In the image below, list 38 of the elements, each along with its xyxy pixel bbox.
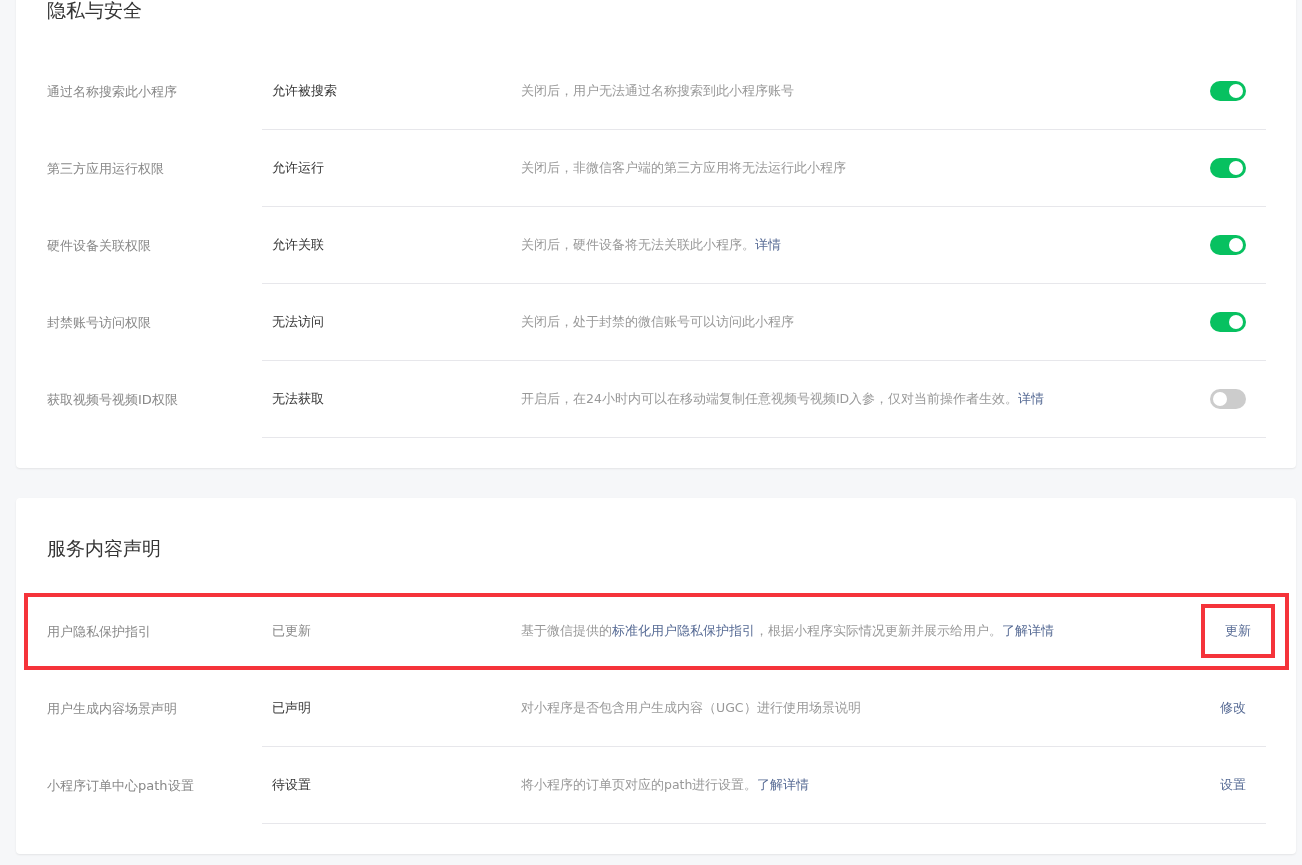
- setting-value: 允许运行: [272, 159, 325, 177]
- action-link[interactable]: 设置: [1206, 766, 1260, 804]
- setting-value: 允许被搜索: [272, 82, 338, 100]
- setting-description: 对小程序是否包含用户生成内容（UGC）进行使用场景说明: [521, 699, 862, 717]
- setting-value: 待设置: [272, 776, 312, 794]
- action-link[interactable]: 修改: [1206, 689, 1260, 727]
- setting-label: 用户生成内容场景声明: [47, 699, 178, 718]
- setting-description: 关闭后，用户无法通过名称搜索到此小程序账号: [521, 82, 795, 100]
- details-link[interactable]: 详情: [755, 236, 781, 252]
- setting-description: 关闭后，处于封禁的微信账号可以访问此小程序: [521, 313, 795, 331]
- details-link[interactable]: 详情: [1018, 390, 1045, 406]
- section-title: 服务内容声明: [47, 536, 162, 561]
- setting-label: 封禁账号访问权限: [47, 313, 152, 332]
- details-link[interactable]: 标准化用户隐私保护指引: [612, 622, 755, 638]
- toggle-switch[interactable]: [1210, 158, 1246, 178]
- setting-description: 将小程序的订单页对应的path进行设置。了解详情: [521, 776, 811, 794]
- setting-value: 允许关联: [272, 236, 325, 254]
- toggle-switch[interactable]: [1210, 389, 1246, 409]
- setting-value: 无法获取: [272, 390, 325, 408]
- setting-label: 通过名称搜索此小程序: [47, 82, 178, 101]
- setting-description: 关闭后，硬件设备将无法关联此小程序。详情: [521, 236, 782, 254]
- setting-description: 基于微信提供的标准化用户隐私保护指引，根据小程序实际情况更新并展示给用户。了解详情: [521, 622, 1055, 640]
- setting-value: 已更新: [272, 622, 312, 640]
- setting-description: 开启后，在24小时内可以在移动端复制任意视频号视频ID入参，仅对当前操作者生效。详情: [521, 390, 1046, 408]
- toggle-switch[interactable]: [1210, 235, 1246, 255]
- setting-label: 获取视频号视频ID权限: [47, 390, 179, 409]
- setting-label: 用户隐私保护指引: [47, 622, 152, 641]
- toggle-switch[interactable]: [1210, 312, 1246, 332]
- setting-description: 关闭后，非微信客户端的第三方应用将无法运行此小程序: [521, 159, 847, 177]
- details-link[interactable]: 了解详情: [1002, 622, 1054, 638]
- toggle-switch[interactable]: [1210, 81, 1246, 101]
- details-link[interactable]: 了解详情: [757, 776, 810, 792]
- setting-value: 已声明: [272, 699, 312, 717]
- setting-label: 第三方应用运行权限: [47, 159, 165, 178]
- setting-value: 无法访问: [272, 313, 325, 331]
- setting-label: 硬件设备关联权限: [47, 236, 152, 255]
- setting-label: 小程序订单中心path设置: [47, 776, 195, 795]
- section-title: 隐私与安全: [47, 0, 143, 23]
